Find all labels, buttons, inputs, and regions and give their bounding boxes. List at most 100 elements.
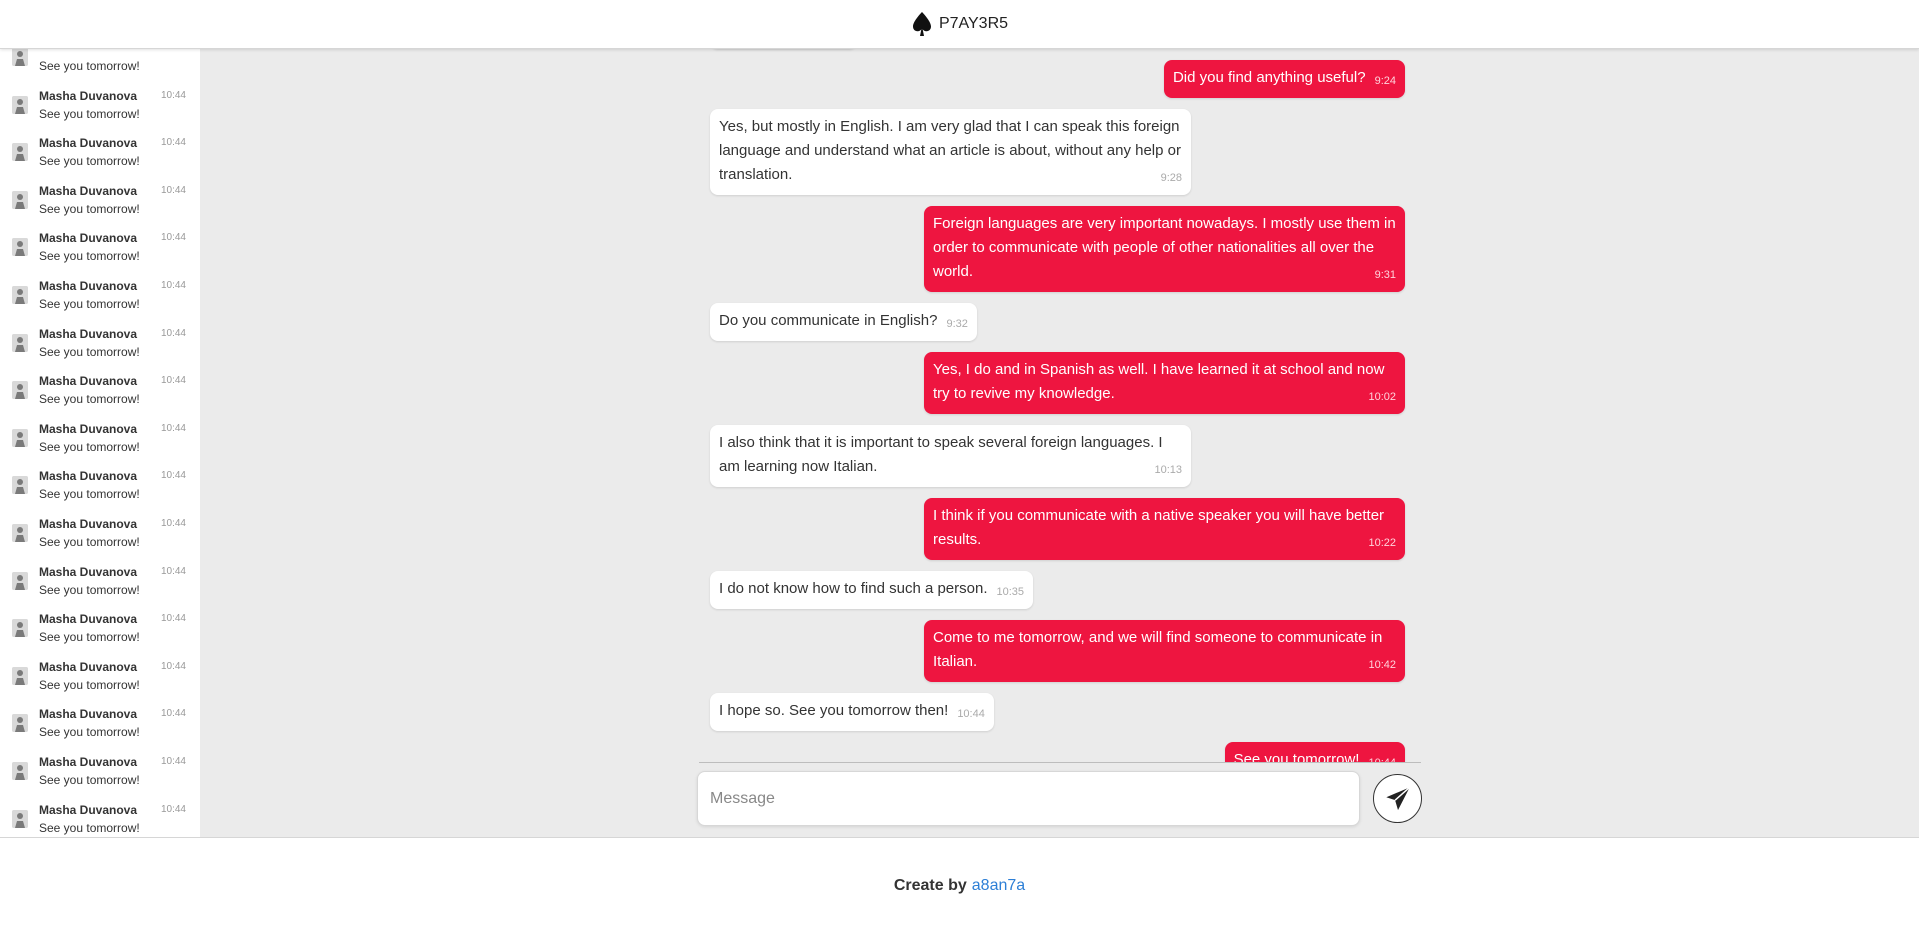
- avatar: [12, 238, 28, 257]
- incoming-message[interactable]: I do not know how to find such a person.…: [710, 571, 1034, 609]
- contact-time: 10:44: [160, 327, 186, 339]
- contact-name: Masha Duvanova: [39, 88, 138, 103]
- conversation-item[interactable]: Masha Duvanova 10:44 See you tomorrow!: [0, 128, 200, 176]
- contact-last-message: See you tomorrow!: [39, 344, 140, 359]
- outgoing-message[interactable]: I think if you communicate with a native…: [924, 498, 1405, 560]
- avatar: [12, 143, 28, 162]
- outgoing-message-row: I think if you communicate with a native…: [200, 498, 1919, 560]
- incoming-message[interactable]: I also think that it is important to spe…: [710, 425, 1191, 487]
- contact-time: 10:44: [160, 755, 186, 767]
- message-time: 10:42: [1368, 659, 1396, 671]
- message-text: Yes, I do and in Spanish as well. I have…: [933, 361, 1385, 402]
- conversation-item[interactable]: Masha Duvanova 10:44 See you tomorrow!: [0, 699, 200, 747]
- contact-last-message: See you tomorrow!: [39, 725, 140, 740]
- incoming-message-row: I do not know how to find such a person.…: [200, 571, 1919, 609]
- contact-name: Masha Duvanova: [39, 231, 138, 246]
- incoming-message-row: I hope so. See you tomorrow then! 10:44: [200, 693, 1919, 731]
- incoming-message[interactable]: Yes, but mostly in English. I am very gl…: [710, 109, 1191, 195]
- conversation-item[interactable]: Masha Duvanova 10:44 See you tomorrow!: [0, 652, 200, 700]
- contact-last-message: See you tomorrow!: [39, 534, 140, 549]
- conversation-item[interactable]: Masha Duvanova 10:44 See you tomorrow!: [0, 319, 200, 367]
- contact-time: 10:44: [160, 232, 186, 244]
- message-time: 9:24: [1374, 75, 1396, 87]
- contact-name: Masha Duvanova: [39, 136, 138, 151]
- avatar: [12, 666, 28, 685]
- app-title: P7AY3R5: [938, 15, 1009, 32]
- contact-last-message: See you tomorrow!: [39, 59, 140, 73]
- contact-time: 10:44: [160, 565, 186, 577]
- outgoing-message[interactable]: Come to me tomorrow, and we will find so…: [924, 620, 1405, 682]
- contact-last-message: See you tomorrow!: [39, 106, 140, 121]
- incoming-message-row: Do you communicate in English? 9:32: [200, 303, 1919, 341]
- message-text: I also think that it is important to spe…: [719, 434, 1163, 475]
- contact-name: Masha Duvanova: [39, 278, 138, 293]
- contact-last-message: See you tomorrow!: [39, 392, 140, 407]
- message-input[interactable]: [697, 771, 1360, 826]
- conversation-item[interactable]: Masha Duvanova 10:44 See you tomorrow!: [0, 509, 200, 557]
- avatar: [12, 190, 28, 209]
- conversation-item[interactable]: Masha Duvanova 10:44 See you tomorrow!: [0, 414, 200, 462]
- message-time: 9:28: [1160, 172, 1182, 184]
- message-text: Foreign languages are very important now…: [933, 215, 1396, 280]
- avatar: [12, 476, 28, 495]
- incoming-message[interactable]: I hope so. See you tomorrow then! 10:44: [710, 693, 994, 731]
- outgoing-message[interactable]: Yes, I do and in Spanish as well. I have…: [924, 352, 1405, 414]
- conversation-item[interactable]: Masha Duvanova 10:44 See you tomorrow!: [0, 176, 200, 224]
- message-list[interactable]: research work.9:22Did you find anything …: [200, 48, 1919, 762]
- contact-time: 10:44: [160, 613, 186, 625]
- contact-time: 10:44: [160, 422, 186, 434]
- conversation-item[interactable]: Masha Duvanova 10:44 See you tomorrow!: [0, 795, 200, 838]
- avatar: [12, 619, 28, 638]
- message-text: I do not know how to find such a person.: [719, 580, 988, 597]
- outgoing-message[interactable]: Did you find anything useful? 9:24: [1163, 60, 1405, 98]
- avatar: [12, 714, 28, 733]
- author-link[interactable]: a8an7a: [972, 877, 1025, 895]
- conversation-item[interactable]: Masha Duvanova 10:44 See you tomorrow!: [0, 366, 200, 414]
- contact-time: 10:44: [160, 375, 186, 387]
- message-time: 10:35: [996, 586, 1025, 598]
- message-time: 10:22: [1368, 537, 1396, 549]
- message-text: See you tomorrow!: [1233, 751, 1360, 762]
- spade-icon: [912, 12, 931, 36]
- contact-name: Masha Duvanova: [39, 326, 138, 341]
- incoming-message[interactable]: Do you communicate in English? 9:32: [710, 303, 977, 341]
- contact-time: 10:44: [160, 279, 186, 291]
- message-time: 10:44: [957, 708, 985, 720]
- contact-last-message: See you tomorrow!: [39, 772, 140, 787]
- contact-name: Masha Duvanova: [39, 612, 138, 627]
- conversation-list: See you tomorrow! Masha Duvanova 10:44 See …: [0, 48, 200, 837]
- contact-last-message: See you tomorrow!: [39, 201, 140, 216]
- conversation-item[interactable]: See you tomorrow!: [0, 48, 200, 81]
- conversation-item[interactable]: Masha Duvanova 10:44 See you tomorrow!: [0, 81, 200, 129]
- brand[interactable]: P7AY3R5: [911, 11, 1008, 37]
- message-text: Come to me tomorrow, and we will find so…: [933, 629, 1383, 670]
- page-footer: Create by a8an7a: [0, 837, 1919, 933]
- send-button[interactable]: [1373, 774, 1422, 823]
- outgoing-message[interactable]: See you tomorrow!10:44: [1224, 742, 1405, 762]
- avatar: [12, 809, 28, 828]
- avatar: [12, 523, 28, 542]
- contact-last-message: See you tomorrow!: [39, 582, 140, 597]
- conversation-item[interactable]: Masha Duvanova 10:44 See you tomorrow!: [0, 747, 200, 795]
- message-text: Yes, but mostly in English. I am very gl…: [719, 118, 1181, 183]
- outgoing-message-row: Foreign languages are very important now…: [200, 206, 1919, 292]
- contact-last-message: See you tomorrow!: [39, 154, 140, 169]
- composer-divider: [699, 762, 1421, 763]
- conversation-item[interactable]: Masha Duvanova 10:44 See you tomorrow!: [0, 557, 200, 605]
- contact-time: 10:44: [160, 89, 186, 101]
- outgoing-message-row: Come to me tomorrow, and we will find so…: [200, 620, 1919, 682]
- contact-name: Masha Duvanova: [39, 421, 138, 436]
- contact-name: Masha Duvanova: [39, 516, 138, 531]
- contact-time: 10:44: [160, 517, 186, 529]
- outgoing-message[interactable]: Foreign languages are very important now…: [924, 206, 1405, 292]
- conversation-item[interactable]: Masha Duvanova 10:44 See you tomorrow!: [0, 271, 200, 319]
- conversation-item[interactable]: Masha Duvanova 10:44 See you tomorrow!: [0, 604, 200, 652]
- contact-time: 10:44: [160, 470, 186, 482]
- chat-panel: research work.9:22Did you find anything …: [200, 48, 1919, 837]
- contact-name: Masha Duvanova: [39, 802, 138, 817]
- message-text: Did you find anything useful?: [1172, 69, 1366, 86]
- conversation-item[interactable]: Masha Duvanova 10:44 See you tomorrow!: [0, 461, 200, 509]
- conversation-item[interactable]: Masha Duvanova 10:44 See you tomorrow!: [0, 223, 200, 271]
- contact-name: Masha Duvanova: [39, 183, 138, 198]
- contact-name: Masha Duvanova: [39, 659, 138, 674]
